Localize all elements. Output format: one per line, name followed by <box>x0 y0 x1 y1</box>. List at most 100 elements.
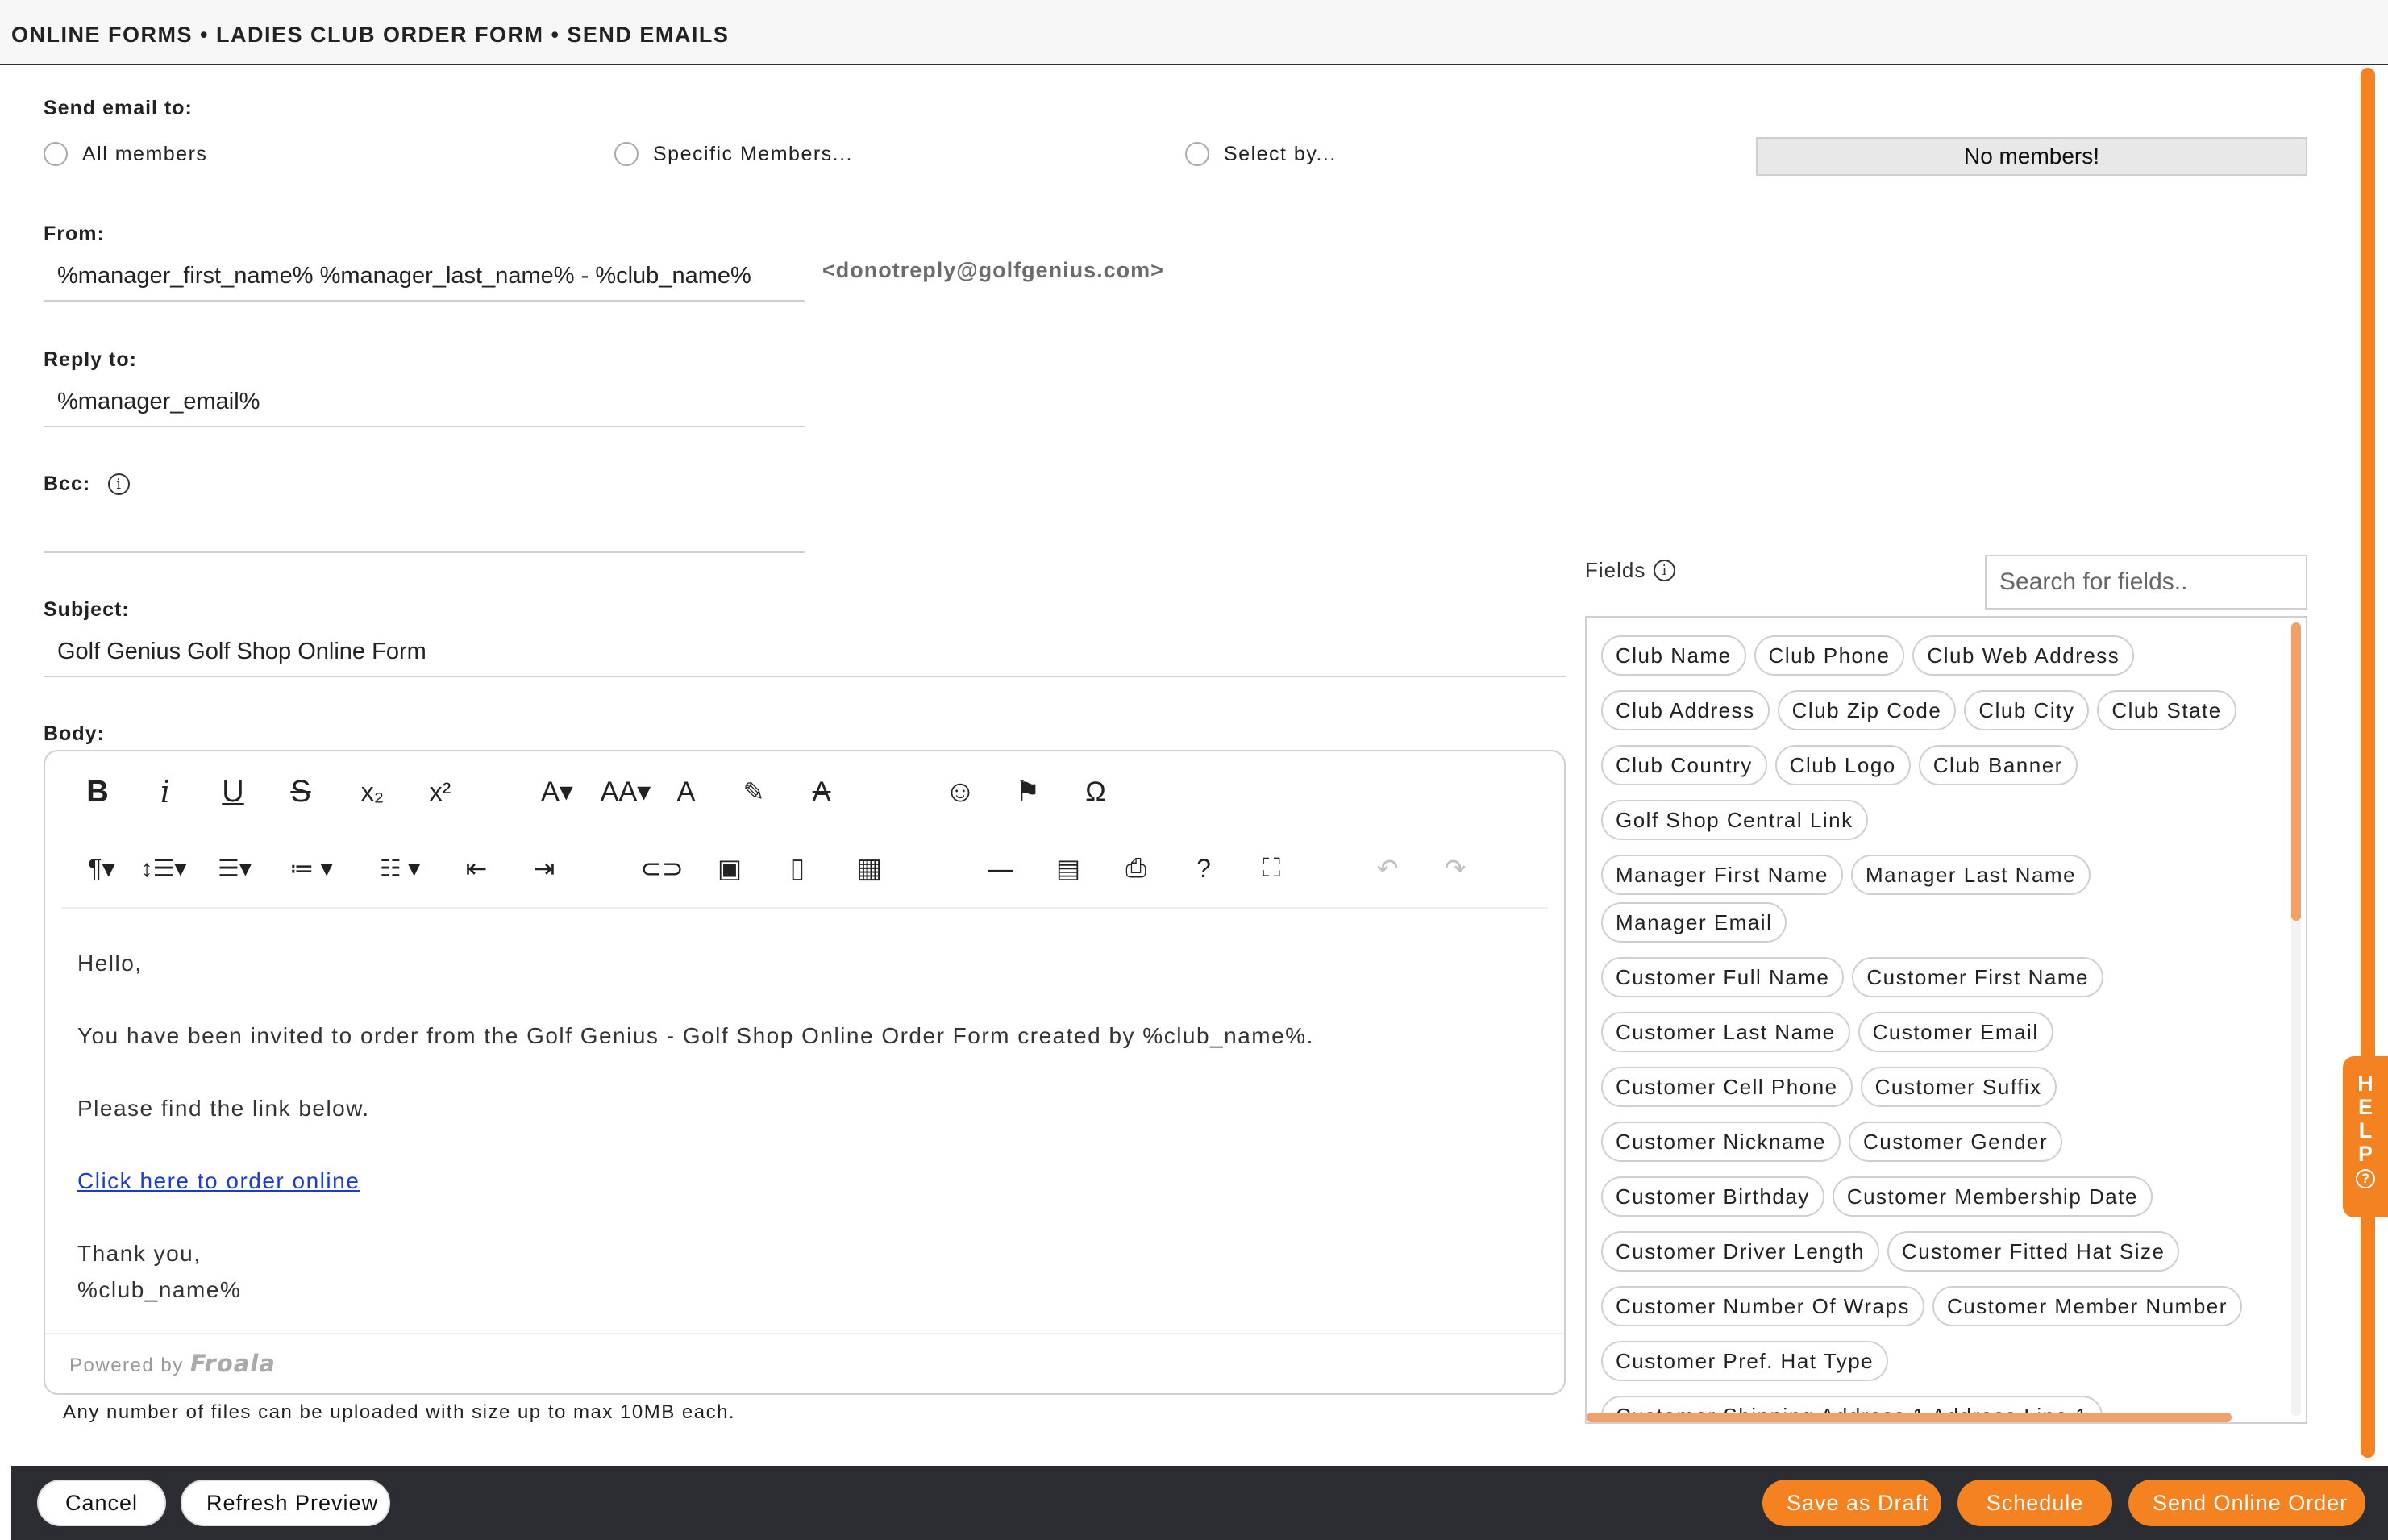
page-scrollbar[interactable] <box>2361 68 2375 1458</box>
help-tab[interactable]: H E L P ? <box>2343 1056 2388 1217</box>
fields-horizontal-scrollbar[interactable] <box>1587 1413 2232 1422</box>
fields-search-input[interactable]: Search for fields.. <box>1985 555 2307 610</box>
body-label: Body: <box>44 722 105 745</box>
field-chip[interactable]: Club State <box>2097 690 2236 730</box>
field-chip[interactable]: Customer Member Number <box>1932 1286 2242 1326</box>
italic-icon[interactable]: i <box>145 768 185 816</box>
field-chip[interactable]: Customer First Name <box>1852 957 2103 997</box>
radio-label: Specific Members... <box>653 142 854 165</box>
powered-by: Powered by Froala <box>45 1333 1564 1393</box>
strikethrough-icon[interactable]: S <box>281 768 321 816</box>
superscript-icon[interactable]: x² <box>416 768 464 816</box>
cancel-button[interactable]: Cancel <box>37 1480 166 1526</box>
editor-content[interactable]: Hello, You have been invited to order fr… <box>77 945 1314 1308</box>
order-online-link[interactable]: Click here to order online <box>77 1168 360 1193</box>
field-chip[interactable]: Club Country <box>1601 745 1767 785</box>
field-chip[interactable]: Customer Gender <box>1849 1122 2063 1162</box>
field-chip[interactable]: Customer Birthday <box>1601 1176 1824 1217</box>
field-chip[interactable]: Customer Driver Length <box>1601 1231 1879 1272</box>
help-icon[interactable]: ? <box>1184 844 1224 893</box>
schedule-button[interactable]: Schedule <box>1957 1480 2112 1526</box>
subscript-icon[interactable]: x₂ <box>348 768 397 816</box>
radio-label: Select by... <box>1224 142 1337 165</box>
field-chip[interactable]: Customer Suffix <box>1860 1067 2057 1107</box>
field-chip[interactable]: Club Web Address <box>1912 635 2135 676</box>
insert-table-icon[interactable]: ▦ <box>845 844 893 893</box>
field-chip[interactable]: Golf Shop Central Link <box>1601 800 1868 840</box>
bold-icon[interactable]: B <box>77 768 118 816</box>
subject-field[interactable]: Golf Genius Golf Shop Online Form <box>44 627 1566 677</box>
font-size-icon[interactable]: AA▾ <box>593 768 658 816</box>
insert-image-icon[interactable]: ▣ <box>709 844 750 893</box>
rich-text-editor: B i U S x₂ x² A▾ AA▾ A ✎ A ☺ ⚑ Ω ¶▾ ↕☰▾ … <box>44 750 1566 1395</box>
export-pdf-icon[interactable]: ▤ <box>1048 844 1088 893</box>
field-chip[interactable]: Customer Fitted Hat Size <box>1887 1231 2180 1272</box>
fields-scrollbar[interactable] <box>2291 622 2301 921</box>
field-chip[interactable]: Customer Membership Date <box>1832 1176 2153 1217</box>
send-to-label: Send email to: <box>44 97 193 119</box>
field-chip[interactable]: Club Logo <box>1774 745 1911 785</box>
clear-formatting-icon[interactable]: A <box>801 768 842 816</box>
upload-note: Any number of files can be uploaded with… <box>63 1401 736 1423</box>
field-chip[interactable]: Customer Cell Phone <box>1601 1067 1853 1107</box>
field-chip[interactable]: Customer Pref. Hat Type <box>1601 1341 1889 1381</box>
editor-toolbar-row-2: ¶▾ ↕☰▾ ☰▾ ≔ ▾ ☷ ▾ ⇤ ⇥ ⊂⊃ ▣ ▯ ▦ — ▤ ⎙ ? ⛶… <box>45 844 1564 909</box>
radio-select-by[interactable]: Select by... <box>1185 142 1337 166</box>
field-chip[interactable]: Manager Last Name <box>1850 855 2091 895</box>
radio-all-members[interactable]: All members <box>44 142 207 166</box>
from-label: From: <box>44 223 105 245</box>
print-icon[interactable]: ⎙ <box>1116 844 1156 893</box>
radio-button[interactable] <box>44 142 68 166</box>
fullscreen-icon[interactable]: ⛶ <box>1251 844 1292 893</box>
field-chip[interactable]: Club Banner <box>1918 745 2078 785</box>
font-family-icon[interactable]: A▾ <box>529 768 585 816</box>
align-icon[interactable]: ☰▾ <box>206 844 263 893</box>
info-icon[interactable]: i <box>108 473 131 495</box>
unordered-list-icon[interactable]: ☷ ▾ <box>368 844 432 893</box>
emoticon-icon[interactable]: ☺ <box>940 768 980 816</box>
info-icon[interactable]: i <box>1654 560 1676 581</box>
radio-specific-members[interactable]: Specific Members... <box>614 142 853 166</box>
question-icon: ? <box>2356 1169 2375 1188</box>
field-chip[interactable]: Manager First Name <box>1601 855 1843 895</box>
froala-logo[interactable]: Froala <box>190 1350 276 1377</box>
radio-button[interactable] <box>1185 142 1209 166</box>
outdent-icon[interactable]: ⇤ <box>456 844 497 893</box>
undo-icon[interactable]: ↶ <box>1367 844 1408 893</box>
flag-icon[interactable]: ⚑ <box>1008 768 1048 816</box>
highlight-icon[interactable]: ✎ <box>734 768 774 816</box>
ordered-list-icon[interactable]: ≔ ▾ <box>279 844 343 893</box>
horizontal-line-icon[interactable]: — <box>980 844 1021 893</box>
field-chip[interactable]: Club City <box>1964 690 2090 730</box>
indent-icon[interactable]: ⇥ <box>524 844 564 893</box>
special-characters-icon[interactable]: Ω <box>1075 768 1116 816</box>
bcc-label: Bcc: <box>44 472 91 495</box>
bcc-field[interactable] <box>44 503 805 553</box>
top-bar: ONLINE FORMS • LADIES CLUB ORDER FORM • … <box>0 0 2388 65</box>
powered-prefix: Powered by <box>69 1355 184 1376</box>
field-chip[interactable]: Customer Email <box>1858 1012 2053 1052</box>
line-height-icon[interactable]: ↕☰▾ <box>135 844 192 893</box>
refresh-preview-button[interactable]: Refresh Preview <box>181 1480 390 1526</box>
field-chip[interactable]: Customer Number Of Wraps <box>1601 1286 1924 1326</box>
field-chip[interactable]: Customer Full Name <box>1601 957 1845 997</box>
field-chip[interactable]: Club Zip Code <box>1777 690 1957 730</box>
field-chip[interactable]: Customer Nickname <box>1601 1122 1841 1162</box>
underline-icon[interactable]: U <box>213 768 253 816</box>
reply-to-label: Reply to: <box>44 348 137 371</box>
field-chip[interactable]: Club Name <box>1601 635 1746 676</box>
send-online-order-button[interactable]: Send Online Order <box>2128 1480 2365 1526</box>
radio-button[interactable] <box>614 142 639 166</box>
reply-to-field[interactable]: %manager_email% <box>44 377 805 427</box>
field-chip[interactable]: Club Address <box>1601 690 1770 730</box>
field-chip[interactable]: Customer Last Name <box>1601 1012 1850 1052</box>
insert-file-icon[interactable]: ▯ <box>777 844 817 893</box>
paragraph-format-icon[interactable]: ¶▾ <box>77 844 126 893</box>
insert-link-icon[interactable]: ⊂⊃ <box>640 844 684 893</box>
from-field[interactable]: %manager_first_name% %manager_last_name%… <box>44 252 805 302</box>
text-color-icon[interactable]: A <box>666 768 706 816</box>
save-draft-button[interactable]: Save as Draft <box>1762 1480 1941 1526</box>
redo-icon[interactable]: ↷ <box>1435 844 1475 893</box>
field-chip[interactable]: Manager Email <box>1601 902 1787 943</box>
field-chip[interactable]: Club Phone <box>1754 635 1905 676</box>
